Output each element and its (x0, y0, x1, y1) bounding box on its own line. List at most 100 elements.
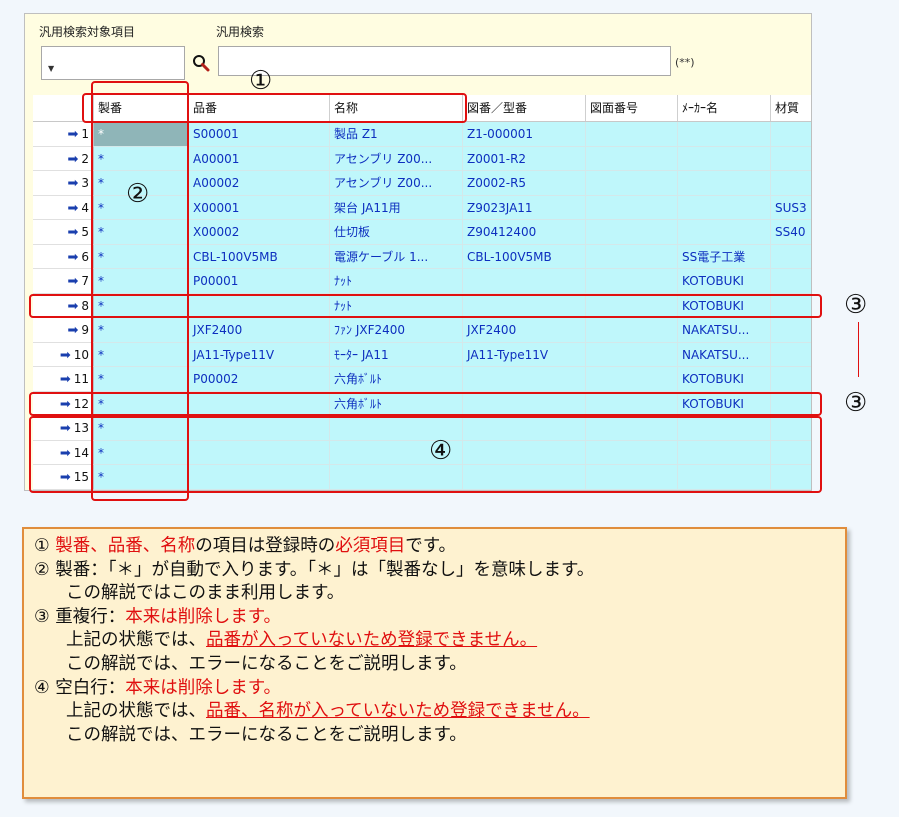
cell-material[interactable]: SUS3 (771, 195, 811, 220)
row-number-label: 6 (81, 249, 89, 264)
cell-zumen[interactable] (586, 269, 678, 294)
note-line-7: ④ 空白行：本来は削除します。 (34, 677, 282, 698)
row-pointer-icon: ➡ (67, 200, 79, 216)
cell-hinban[interactable]: A00002 (189, 171, 330, 196)
cell-hinban[interactable]: P00001 (189, 269, 330, 294)
cell-maker[interactable]: NAKATSU... (678, 342, 771, 367)
cell-maker[interactable] (678, 220, 771, 245)
cell-meisho[interactable]: 六角ﾎﾞﾙﾄ (330, 367, 463, 392)
cell-zuban[interactable]: Z0002-R5 (463, 171, 586, 196)
marker-3-top: ③ (844, 290, 868, 320)
row-number-label: 10 (73, 347, 89, 362)
cell-material[interactable] (771, 342, 811, 367)
cell-hinban[interactable]: P00002 (189, 367, 330, 392)
cell-material[interactable] (771, 367, 811, 392)
search-target-dropdown[interactable]: ▼ (41, 46, 185, 80)
cell-zumen[interactable] (586, 195, 678, 220)
cell-meisho[interactable]: アセンブリ Z00... (330, 171, 463, 196)
cell-zumen[interactable] (586, 318, 678, 343)
row-pointer-icon: ➡ (59, 372, 71, 387)
dropdown-arrow-icon: ▼ (48, 64, 55, 73)
cell-hinban[interactable]: A00001 (189, 146, 330, 171)
row-number[interactable]: ➡ 5 (33, 220, 94, 245)
duplicate-row-12-box (29, 392, 822, 416)
row-number[interactable]: ➡ 6 (33, 244, 94, 269)
cell-hinban[interactable]: X00001 (189, 195, 330, 220)
cell-meisho[interactable]: 製品 Z1 (330, 122, 463, 147)
duplicate-row-8-box (29, 294, 822, 318)
row-number[interactable]: ➡ 4 (33, 195, 94, 220)
cell-zuban[interactable]: Z0001-R2 (463, 146, 586, 171)
marker-3-bottom: ③ (844, 388, 868, 418)
cell-material[interactable] (771, 269, 811, 294)
row-number[interactable]: ➡ 11 (33, 367, 94, 392)
cell-zumen[interactable] (586, 342, 678, 367)
cell-maker[interactable] (678, 195, 771, 220)
cell-maker[interactable]: KOTOBUKI (678, 269, 771, 294)
row-number-label: 1 (81, 127, 89, 141)
row-number[interactable]: ➡ 10 (33, 342, 94, 367)
note-line-1: ① 製番、品番、名称の項目は登録時の必須項目です。 (34, 536, 457, 556)
cell-material[interactable] (771, 122, 811, 147)
cell-material[interactable] (771, 146, 811, 171)
col-header-zumen[interactable]: 図面番号 (586, 95, 678, 121)
cell-hinban[interactable]: X00002 (189, 220, 330, 245)
cell-material[interactable] (771, 171, 811, 196)
search-label: 汎用検索 (216, 25, 265, 39)
cell-material[interactable]: SS40 (771, 220, 811, 245)
cell-zumen[interactable] (586, 146, 678, 171)
cell-meisho[interactable]: アセンブリ Z00... (330, 146, 463, 171)
search-target-label: 汎用検索対象項目 (39, 25, 136, 39)
cell-maker[interactable] (678, 146, 771, 171)
search-input[interactable] (218, 46, 671, 76)
cell-material[interactable] (771, 244, 811, 269)
row-pointer-icon: ➡ (67, 323, 79, 338)
marker-3-connector (858, 322, 859, 377)
row-number[interactable]: ➡ 9 (33, 318, 94, 343)
cell-zuban[interactable]: Z1-000001 (463, 122, 586, 147)
cell-material[interactable] (771, 318, 811, 343)
row-number[interactable]: ➡ 1 (33, 122, 94, 147)
cell-zumen[interactable] (586, 171, 678, 196)
cell-zuban[interactable]: CBL-100V5MB (463, 244, 586, 269)
cell-meisho[interactable]: ﾌｧﾝ JXF2400 (330, 318, 463, 343)
cell-zuban[interactable] (463, 269, 586, 294)
cell-maker[interactable]: NAKATSU... (678, 318, 771, 343)
col-header-maker[interactable]: ﾒｰｶｰ名 (678, 95, 771, 121)
cell-zumen[interactable] (586, 122, 678, 147)
row-number[interactable]: ➡ 3 (33, 171, 94, 196)
cell-zumen[interactable] (586, 367, 678, 392)
cell-hinban[interactable]: S00001 (189, 122, 330, 147)
cell-meisho[interactable]: ﾓｰﾀｰ JA11 (330, 342, 463, 367)
search-icon[interactable] (192, 54, 210, 72)
cell-maker[interactable] (678, 122, 771, 147)
cell-meisho[interactable]: 仕切板 (330, 220, 463, 245)
cell-zuban[interactable] (463, 367, 586, 392)
col-header-zuban[interactable]: 図番／型番 (463, 95, 586, 121)
row-number[interactable]: ➡ 2 (33, 146, 94, 171)
cell-maker[interactable]: KOTOBUKI (678, 367, 771, 392)
cell-meisho[interactable]: 電源ケーブル 1... (330, 244, 463, 269)
cell-zumen[interactable] (586, 220, 678, 245)
note-line-5: 上記の状態では、品番が入っていないため登録できません。 (66, 630, 538, 651)
row-pointer-icon: ➡ (67, 176, 79, 191)
cell-zuban[interactable]: JA11-Type11V (463, 342, 586, 367)
cell-hinban[interactable]: CBL-100V5MB (189, 244, 330, 269)
cell-zuban[interactable]: Z9023JA11 (463, 195, 586, 220)
col-header-material[interactable]: 材質 (771, 95, 811, 121)
cell-maker[interactable] (678, 171, 771, 196)
row-pointer-icon: ➡ (67, 225, 79, 240)
cell-zuban[interactable]: JXF2400 (463, 318, 586, 343)
cell-meisho[interactable]: ﾅｯﾄ (330, 269, 463, 294)
cell-zuban[interactable]: Z90412400 (463, 220, 586, 245)
cell-meisho[interactable]: 架台 JA11用 (330, 195, 463, 220)
cell-zumen[interactable] (586, 244, 678, 269)
cell-hinban[interactable]: JXF2400 (189, 318, 330, 343)
note-line-6: この解説では、エラーになることをご説明します。 (66, 653, 467, 674)
row-pointer-icon: ➡ (67, 274, 79, 289)
row-number-label: 11 (73, 372, 89, 386)
cell-hinban[interactable]: JA11-Type11V (189, 342, 330, 367)
row-number[interactable]: ➡ 7 (33, 269, 94, 294)
note-line-2: ② 製番：「＊」が自動で入ります。「＊」は「製番なし」を意味します。 (34, 559, 595, 580)
cell-maker[interactable]: SS電子工業 (678, 244, 771, 269)
